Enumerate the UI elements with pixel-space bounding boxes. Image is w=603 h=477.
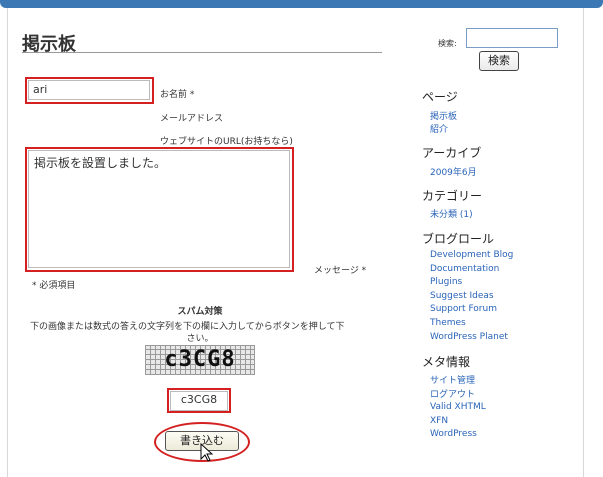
blogroll-link[interactable]: Themes: [430, 318, 466, 328]
pages-heading: ページ: [422, 90, 458, 104]
content-border-left: [7, 8, 8, 477]
title-divider: [22, 52, 382, 53]
url-label: ウェブサイトのURL(お持ちなら): [160, 137, 293, 147]
name-highlight: [25, 77, 154, 104]
blogroll-link[interactable]: WordPress Planet: [430, 332, 508, 342]
name-label: お名前 *: [160, 90, 195, 100]
search-button[interactable]: 検索: [479, 51, 519, 71]
blogroll-link[interactable]: Support Forum: [430, 304, 497, 314]
archives-heading: アーカイブ: [422, 146, 482, 160]
meta-link[interactable]: XFN: [430, 416, 448, 426]
archive-link[interactable]: 2009年6月: [430, 165, 477, 178]
captcha-image-text: c3CG8: [164, 347, 236, 372]
blogroll-link[interactable]: Documentation: [430, 264, 499, 274]
meta-heading: メタ情報: [422, 355, 471, 369]
meta-link[interactable]: Valid XHTML: [430, 402, 486, 412]
required-note: * 必須項目: [32, 281, 76, 291]
spam-heading: スパム対策: [177, 307, 223, 317]
meta-link[interactable]: ログアウト: [430, 387, 475, 400]
email-label: メールアドレス: [160, 114, 224, 124]
blogroll-link[interactable]: Plugins: [430, 277, 462, 287]
search-input[interactable]: [466, 28, 558, 48]
blogroll-link[interactable]: Development Blog: [430, 250, 513, 260]
captcha-highlight: [167, 388, 231, 413]
message-label: メッセージ *: [314, 266, 367, 276]
content-border-right: [583, 8, 584, 477]
spam-instructions-line2: さい。: [186, 334, 214, 344]
page-link-about[interactable]: 紹介: [430, 122, 448, 135]
search-label: 検索:: [438, 39, 457, 48]
captcha-image: c3CG8: [145, 345, 255, 375]
blogroll-link[interactable]: Suggest Ideas: [430, 291, 494, 301]
mouse-cursor-icon: [200, 443, 214, 462]
page-link-bbs[interactable]: 掲示板: [430, 109, 457, 122]
categories-heading: カテゴリー: [422, 189, 483, 203]
message-highlight: [25, 147, 294, 272]
category-link[interactable]: 未分類 (1): [430, 207, 473, 220]
blogroll-heading: ブログロール: [422, 232, 495, 246]
top-header-bar: [0, 0, 603, 8]
meta-link[interactable]: サイト管理: [430, 373, 475, 386]
meta-link[interactable]: WordPress: [430, 429, 477, 439]
